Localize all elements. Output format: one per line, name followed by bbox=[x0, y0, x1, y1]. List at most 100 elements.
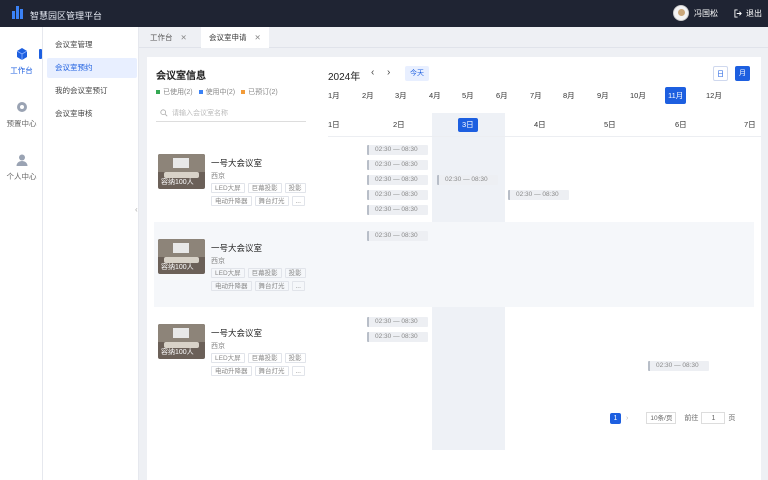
booking-slot[interactable]: 02:30 — 08:30 bbox=[437, 175, 498, 185]
day-2[interactable]: 2日 bbox=[389, 118, 409, 132]
day-view-button[interactable]: 日 bbox=[713, 66, 728, 81]
room-name: 一号大会议室 bbox=[211, 243, 263, 253]
user-icon bbox=[16, 154, 27, 166]
goto-page-input[interactable]: 1 bbox=[701, 412, 726, 424]
logout-icon bbox=[734, 9, 742, 18]
search-input[interactable]: 请输入会议室名称 bbox=[156, 105, 306, 122]
sidebar-item-personal[interactable]: 个人中心 bbox=[0, 153, 43, 182]
month-5[interactable]: 5月 bbox=[459, 87, 477, 104]
user-name: 冯国松 bbox=[694, 8, 718, 18]
room-tag-more[interactable]: ... bbox=[291, 196, 305, 206]
pagination: 1 › 10条/页 前往 1 页 bbox=[610, 411, 760, 425]
booking-slot[interactable]: 02:30 — 08:30 bbox=[508, 190, 569, 200]
year-label: 2024年 bbox=[328, 72, 361, 83]
booking-slot[interactable]: 02:30 — 08:30 bbox=[367, 145, 428, 155]
close-icon[interactable]: ✕ bbox=[255, 33, 261, 42]
active-indicator bbox=[39, 49, 42, 59]
sidebar: 工作台 预置中心 个人中心 bbox=[0, 27, 43, 480]
month-3[interactable]: 3月 bbox=[392, 87, 410, 104]
room-tag: 舞台灯光 bbox=[254, 281, 289, 291]
submenu-item-room-review[interactable]: 会议室审核 bbox=[47, 104, 137, 124]
panel-title: 会议室信息 bbox=[156, 71, 206, 82]
tab-room-application[interactable]: 会议室申请 ✕ bbox=[201, 27, 269, 48]
tab-bar: 工作台 ✕ 会议室申请 ✕ bbox=[139, 27, 768, 48]
room-tag: 巨幕投影 bbox=[247, 183, 282, 193]
booking-slot[interactable]: 02:30 — 08:30 bbox=[367, 190, 428, 200]
today-button[interactable]: 今天 bbox=[405, 66, 429, 81]
month-view-button[interactable]: 月 bbox=[735, 66, 750, 81]
room-card[interactable]: 容纳100人 一号大会议室 西京 LED大屏 巨幕投影 投影 电动升降器 舞台灯… bbox=[158, 154, 318, 214]
day-4[interactable]: 4日 bbox=[530, 118, 550, 132]
submenu-item-my-bookings[interactable]: 我的会议室预订 bbox=[47, 81, 137, 101]
page-unit-label: 页 bbox=[728, 415, 736, 422]
room-capacity: 容纳100人 bbox=[161, 264, 194, 271]
room-tag: 舞台灯光 bbox=[254, 366, 289, 376]
submenu-item-room-booking[interactable]: 会议室预约 bbox=[47, 58, 137, 78]
booking-slot[interactable]: 02:30 — 08:30 bbox=[367, 160, 428, 170]
search-placeholder: 请输入会议室名称 bbox=[172, 110, 228, 117]
prev-year-chevron-icon[interactable]: ‹ bbox=[371, 67, 374, 78]
submenu-item-room-manage[interactable]: 会议室管理 bbox=[47, 35, 137, 55]
legend-booked: 已预订(2) bbox=[241, 87, 278, 97]
room-location: 西京 bbox=[211, 258, 225, 265]
sidebar-item-label: 工作台 bbox=[10, 66, 33, 75]
month-1[interactable]: 1月 bbox=[325, 87, 343, 104]
room-tag: 投影 bbox=[284, 353, 306, 363]
logout-button[interactable]: 退出 bbox=[734, 8, 762, 19]
room-location: 西京 bbox=[211, 173, 225, 180]
day-5[interactable]: 5日 bbox=[600, 118, 620, 132]
month-12[interactable]: 12月 bbox=[703, 87, 725, 104]
page-number-current[interactable]: 1 bbox=[610, 412, 621, 424]
booking-slot[interactable]: 02:30 — 08:30 bbox=[648, 361, 709, 371]
day-6[interactable]: 6日 bbox=[671, 118, 691, 132]
room-tags: LED大屏 巨幕投影 投影 电动升降器 舞台灯光 ... bbox=[211, 183, 316, 206]
month-2[interactable]: 2月 bbox=[359, 87, 377, 104]
room-capacity: 容纳100人 bbox=[161, 179, 194, 186]
booking-slot[interactable]: 02:30 — 08:30 bbox=[367, 205, 428, 215]
room-tag-more[interactable]: ... bbox=[291, 366, 305, 376]
booking-slot[interactable]: 02:30 — 08:30 bbox=[367, 317, 428, 327]
avatar bbox=[673, 5, 689, 21]
legend-in-use: 使用中(2) bbox=[198, 87, 235, 97]
main-panel: 会议室信息 已使用(2) 使用中(2) 已预订(2) 请输入会议室名称 2024… bbox=[147, 57, 761, 480]
logout-label: 退出 bbox=[746, 9, 762, 18]
booking-slot[interactable]: 02:30 — 08:30 bbox=[367, 175, 428, 185]
sidebar-item-preset[interactable]: 预置中心 bbox=[0, 100, 43, 129]
status-legend: 已使用(2) 使用中(2) 已预订(2) bbox=[156, 87, 278, 97]
tab-label: 会议室申请 bbox=[209, 33, 247, 42]
collapse-chevron-icon[interactable]: ‹ bbox=[135, 205, 143, 217]
booking-slot[interactable]: 02:30 — 08:30 bbox=[367, 332, 428, 342]
next-year-chevron-icon[interactable]: › bbox=[387, 67, 390, 78]
room-tag-more[interactable]: ... bbox=[291, 281, 305, 291]
room-name: 一号大会议室 bbox=[211, 328, 263, 338]
room-tag: 电动升降器 bbox=[211, 366, 252, 376]
sidebar-item-label: 预置中心 bbox=[6, 119, 37, 128]
day-7[interactable]: 7日 bbox=[740, 118, 760, 132]
day-1[interactable]: 1日 bbox=[324, 118, 344, 132]
search-icon bbox=[160, 109, 168, 117]
month-11[interactable]: 11月 bbox=[665, 87, 687, 104]
day-header-row: 1日 2日 3日 4日 5日 6日 7日 bbox=[328, 113, 761, 137]
page-size-select[interactable]: 10条/页 bbox=[646, 412, 677, 424]
room-tag: 巨幕投影 bbox=[247, 353, 282, 363]
user-menu[interactable]: 冯国松 bbox=[673, 5, 718, 21]
sidebar-item-workbench[interactable]: 工作台 bbox=[0, 47, 43, 76]
month-6[interactable]: 6月 bbox=[493, 87, 511, 104]
sidebar-item-label: 个人中心 bbox=[6, 172, 37, 181]
close-icon[interactable]: ✕ bbox=[181, 33, 187, 42]
app-title: 智慧园区管理平台 bbox=[30, 11, 103, 21]
month-9[interactable]: 9月 bbox=[594, 87, 612, 104]
month-4[interactable]: 4月 bbox=[426, 87, 444, 104]
room-card[interactable]: 容纳100人 一号大会议室 西京 LED大屏 巨幕投影 投影 电动升降器 舞台灯… bbox=[158, 324, 318, 384]
room-card[interactable]: 容纳100人 一号大会议室 西京 LED大屏 巨幕投影 投影 电动升降器 舞台灯… bbox=[158, 239, 318, 299]
day-3[interactable]: 3日 bbox=[458, 118, 478, 132]
month-7[interactable]: 7月 bbox=[527, 87, 545, 104]
next-page-chevron-icon[interactable]: › bbox=[626, 415, 628, 422]
room-photo: 容纳100人 bbox=[158, 154, 205, 189]
booking-slot[interactable]: 02:30 — 08:30 bbox=[367, 231, 428, 241]
month-10[interactable]: 10月 bbox=[627, 87, 649, 104]
top-bar: 智慧园区管理平台 冯国松 退出 bbox=[0, 0, 768, 27]
month-8[interactable]: 8月 bbox=[560, 87, 578, 104]
room-photo: 容纳100人 bbox=[158, 324, 205, 359]
tab-workbench[interactable]: 工作台 ✕ bbox=[142, 27, 195, 48]
